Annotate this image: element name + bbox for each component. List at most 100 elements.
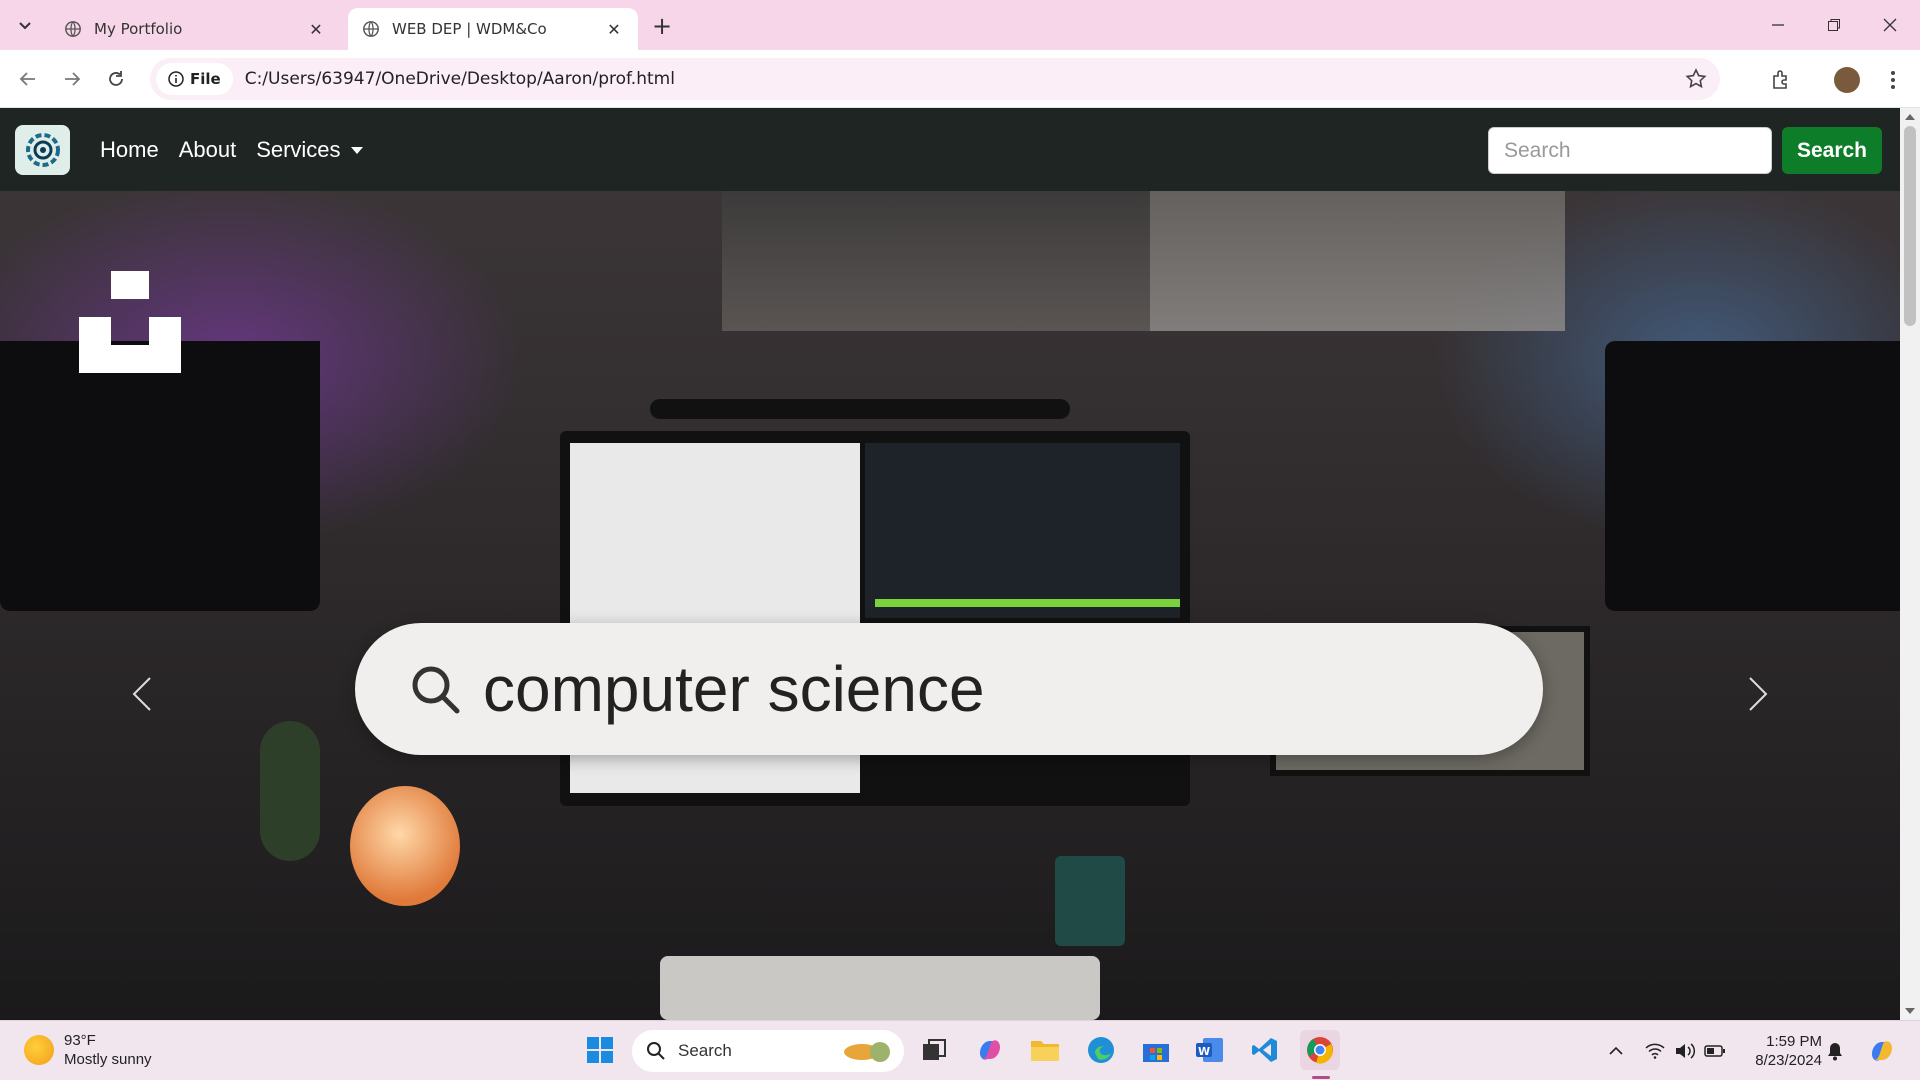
chrome-icon — [1307, 1037, 1333, 1064]
speaker-icon — [1676, 1043, 1696, 1059]
weather-widget[interactable]: 93°F Mostly sunny — [24, 1031, 152, 1069]
weather-sun-icon — [24, 1035, 54, 1065]
carousel-next-button[interactable] — [1733, 659, 1783, 729]
notifications-button[interactable] — [1823, 1039, 1847, 1063]
url-text[interactable]: C:/Users/63947/OneDrive/Desktop/Aaron/pr… — [245, 69, 675, 89]
windows-logo-icon — [587, 1037, 613, 1063]
arrow-left-icon — [19, 72, 35, 86]
copilot-button[interactable] — [970, 1030, 1010, 1070]
clock-time: 1:59 PM — [1766, 1033, 1822, 1050]
hero-search-query: computer science — [483, 653, 985, 725]
scroll-down-arrow-icon[interactable] — [1905, 1008, 1915, 1014]
close-icon — [1883, 18, 1897, 32]
monitor-code-pane — [865, 443, 1180, 618]
nav-about[interactable]: About — [179, 137, 237, 163]
background-cactus — [260, 721, 320, 861]
browser-tab-bar: My Portfolio ✕ WEB DEP | WDM&Co ✕ + — [0, 0, 1920, 50]
scrollbar-thumb[interactable] — [1904, 126, 1916, 326]
hero-search-graphic: computer science — [355, 623, 1543, 755]
arrow-right-icon — [65, 72, 81, 86]
unsplash-logo-icon — [79, 271, 181, 373]
nav-services-dropdown[interactable]: Services — [256, 137, 363, 163]
background-poster — [1150, 191, 1565, 331]
carousel-prev-button[interactable] — [117, 659, 167, 729]
close-tab-icon[interactable]: ✕ — [306, 19, 326, 39]
site-logo[interactable] — [15, 124, 70, 175]
forward-button[interactable] — [56, 63, 88, 95]
clock-date: 8/23/2024 — [1755, 1052, 1822, 1069]
show-hidden-icons-button[interactable] — [1604, 1039, 1628, 1063]
tab-web-dep[interactable]: WEB DEP | WDM&Co ✕ — [348, 8, 638, 50]
word-button[interactable]: W — [1190, 1030, 1230, 1070]
background-moon-lamp — [350, 786, 460, 906]
microsoft-store-button[interactable] — [1136, 1030, 1176, 1070]
task-view-button[interactable] — [914, 1030, 954, 1070]
site-navbar: Home About Services Search Search — [0, 108, 1900, 191]
nav-home[interactable]: Home — [100, 137, 159, 163]
battery-status[interactable] — [1703, 1039, 1727, 1063]
background-monitor-lightbar — [650, 399, 1070, 419]
file-chip-label: File — [190, 70, 221, 88]
back-button[interactable] — [12, 63, 44, 95]
restore-button[interactable] — [1806, 0, 1862, 50]
bookmark-star-icon[interactable] — [1684, 67, 1708, 91]
close-tab-icon[interactable]: ✕ — [604, 19, 624, 39]
search-placeholder: Search — [1504, 138, 1571, 162]
tab-search-dropdown-button[interactable] — [10, 10, 40, 40]
wifi-icon — [1645, 1043, 1665, 1059]
task-view-icon — [923, 1039, 946, 1060]
chevron-up-icon — [1609, 1046, 1623, 1055]
word-icon: W — [1196, 1038, 1223, 1062]
taskbar-search-box[interactable]: Search — [632, 1030, 904, 1072]
background-keyboard — [660, 956, 1100, 1020]
search-icon — [412, 666, 460, 714]
hero-carousel: computer science — [0, 191, 1900, 1020]
avatar — [1834, 67, 1860, 93]
new-tab-button[interactable]: + — [648, 12, 676, 40]
address-bar[interactable]: File C:/Users/63947/OneDrive/Desktop/Aar… — [150, 58, 1720, 100]
file-explorer-button[interactable] — [1025, 1030, 1065, 1070]
tab-title: My Portfolio — [94, 20, 183, 38]
scroll-up-arrow-icon[interactable] — [1905, 114, 1915, 120]
minimize-icon — [1772, 24, 1784, 26]
bell-icon — [1828, 1043, 1842, 1061]
copilot-icon — [1872, 1041, 1892, 1061]
tab-my-portfolio[interactable]: My Portfolio ✕ — [50, 8, 340, 50]
page-scrollbar[interactable] — [1900, 108, 1920, 1020]
copilot-tray-button[interactable] — [1866, 1039, 1898, 1063]
navbar-search-button[interactable]: Search — [1782, 127, 1882, 174]
svg-text:W: W — [1198, 1045, 1210, 1058]
caret-down-icon — [350, 147, 363, 155]
puzzle-icon — [1773, 70, 1787, 89]
folder-icon — [1031, 1041, 1059, 1061]
reload-button[interactable] — [100, 63, 132, 95]
active-app-indicator — [1312, 1076, 1330, 1079]
windows-taskbar: 93°F Mostly sunny Search W 1:59 PM 8/23/… — [0, 1020, 1920, 1080]
background-poster — [722, 191, 1150, 331]
extensions-button[interactable] — [1764, 63, 1798, 97]
restore-icon — [1828, 19, 1840, 31]
globe-icon — [363, 21, 379, 37]
vscode-button[interactable] — [1245, 1030, 1285, 1070]
system-clock[interactable]: 1:59 PM 8/23/2024 — [1730, 1032, 1822, 1070]
chrome-button[interactable] — [1300, 1030, 1340, 1070]
navbar-search-input[interactable]: Search — [1488, 127, 1772, 174]
edge-icon — [1088, 1037, 1114, 1063]
edge-button[interactable] — [1081, 1030, 1121, 1070]
browser-menu-button[interactable] — [1876, 63, 1910, 97]
browser-toolbar: File C:/Users/63947/OneDrive/Desktop/Aar… — [0, 50, 1920, 108]
close-window-button[interactable] — [1862, 0, 1918, 50]
site-info-chip[interactable]: File — [156, 63, 233, 95]
profile-button[interactable] — [1830, 63, 1864, 97]
chevron-left-icon — [132, 677, 151, 711]
search-highlight-icon — [844, 1042, 890, 1062]
start-button[interactable] — [580, 1030, 620, 1070]
volume-status[interactable] — [1673, 1039, 1697, 1063]
background-mug — [1055, 856, 1125, 946]
copilot-icon — [980, 1040, 1000, 1060]
minimize-button[interactable] — [1750, 0, 1806, 50]
wifi-status[interactable] — [1643, 1039, 1667, 1063]
battery-icon — [1704, 1045, 1725, 1057]
page-viewport: Home About Services Search Search comput… — [0, 108, 1920, 1020]
reload-icon — [109, 71, 123, 86]
